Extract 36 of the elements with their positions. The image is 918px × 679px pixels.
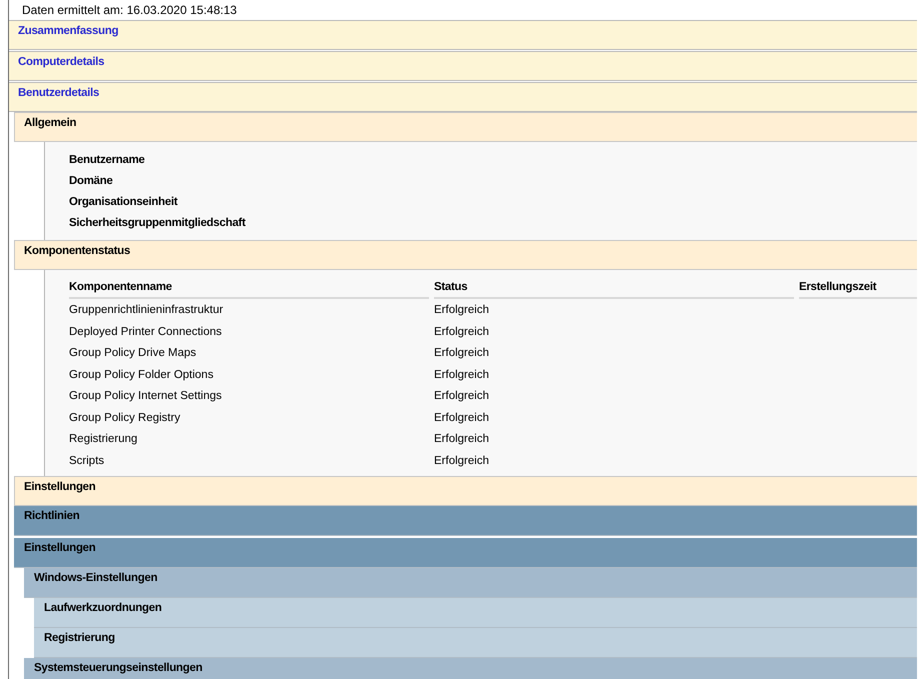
field-label: Sicherheitsgruppenmitgliedschaft xyxy=(69,216,246,231)
subsection-header[interactable]: Einstellungen xyxy=(14,476,917,506)
table-cell-text: Group Policy Registry xyxy=(69,412,182,424)
table-cell-text: Erfolgreich xyxy=(434,326,490,338)
table-cell-text: Erfolgreich xyxy=(434,390,490,402)
subsection-header[interactable]: Allgemein xyxy=(14,112,917,142)
table-cell-text: Erfolgreich xyxy=(434,304,490,316)
column-header: Status xyxy=(434,278,794,300)
section-header[interactable]: Computerdetails xyxy=(9,51,917,81)
category-header[interactable]: Laufwerkzuordnungen xyxy=(34,598,917,628)
category-header[interactable]: Registrierung xyxy=(34,628,917,658)
table-cell-text: Deployed Printer Connections xyxy=(69,326,223,338)
column-header: Komponentenname xyxy=(69,278,429,300)
category-header[interactable]: Einstellungen xyxy=(14,538,917,568)
category-header[interactable]: Windows-Einstellungen xyxy=(24,568,917,598)
table-cell-text: Erfolgreich xyxy=(434,454,490,467)
table-cell-text: Group Policy Folder Options xyxy=(69,368,214,381)
subsection-header[interactable]: Komponentenstatus xyxy=(14,240,917,270)
table-cell-text: Erfolgreich xyxy=(434,368,490,381)
table-cell-text: Erfolgreich xyxy=(434,412,490,424)
data-timestamp: Daten ermittelt am: 16.03.2020 15:48:13 xyxy=(21,2,238,19)
table-cell-text: Group Policy Internet Settings xyxy=(69,390,223,402)
category-header[interactable]: Systemsteuerungseinstellungen xyxy=(24,658,917,679)
table-cell-text: Registrierung xyxy=(69,433,138,446)
category-header[interactable]: Richtlinien xyxy=(14,506,917,536)
table-cell-text: Group Policy Drive Maps xyxy=(69,347,198,360)
table-cell-text: Gruppenrichtlinieninfrastruktur xyxy=(69,304,224,316)
field-label: Domäne xyxy=(69,174,114,189)
table-cell-text: Erfolgreich xyxy=(434,433,490,446)
table-cell-text: Scripts xyxy=(69,454,106,467)
field-label: Organisationseinheit xyxy=(69,195,178,210)
section-header[interactable]: Benutzerdetails xyxy=(9,82,917,112)
table-cell-text: Erfolgreich xyxy=(434,347,490,360)
section-header[interactable]: Zusammenfassung xyxy=(9,20,917,50)
column-header: Erstellungszeit xyxy=(799,278,917,300)
field-label: Benutzername xyxy=(69,153,146,168)
